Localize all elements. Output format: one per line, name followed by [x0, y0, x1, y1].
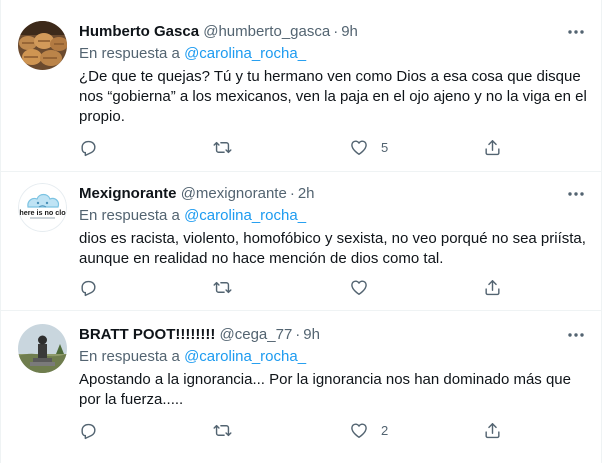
like-count: 2 — [381, 422, 389, 438]
reply-icon — [81, 140, 96, 156]
like-icon — [351, 422, 367, 438]
reply-mention-link[interactable]: @carolina_rocha_ — [184, 207, 306, 224]
reply-prefix: En respuesta a — [79, 348, 180, 365]
tweet-actions — [79, 277, 519, 297]
retweet-icon — [213, 281, 232, 293]
reply-icon — [81, 423, 96, 439]
tweet-time[interactable]: 9h — [341, 23, 358, 40]
display-name[interactable]: Humberto Gasca — [79, 23, 199, 40]
separator: · — [333, 23, 339, 40]
reply-button[interactable] — [79, 137, 110, 157]
tweet-text: dios es racista, violento, homofóbico y … — [79, 229, 586, 269]
separator: · — [295, 326, 301, 343]
display-name[interactable]: BRATT POOT!!!!!!!! — [79, 326, 215, 343]
user-handle[interactable]: @humberto_gasca — [203, 23, 330, 40]
reply-icon — [81, 280, 96, 296]
tweet-header: Humberto Gasca @humberto_gasca · 9h — [79, 22, 551, 42]
reply-context: En respuesta a @carolina_rocha_ — [79, 206, 306, 226]
share-button[interactable] — [483, 277, 502, 297]
more-icon — [568, 192, 584, 196]
retweet-button[interactable] — [212, 420, 245, 440]
like-icon — [351, 139, 367, 155]
reply-prefix: En respuesta a — [79, 207, 180, 224]
avatar[interactable] — [18, 21, 67, 70]
reply-mention-link[interactable]: @carolina_rocha_ — [184, 45, 306, 62]
retweet-button[interactable] — [212, 277, 245, 297]
like-button[interactable]: 2 — [349, 420, 388, 440]
reply-button[interactable] — [79, 420, 110, 440]
tweet-text-line: aunque en realidad no hace mención de di… — [79, 250, 444, 267]
reply-mention-link[interactable]: @carolina_rocha_ — [184, 348, 306, 365]
separator: · — [289, 185, 295, 202]
tweet-text-line: nos “gobierna” a los mexicanos, ven la p… — [79, 88, 587, 105]
like-icon — [351, 279, 367, 295]
share-button[interactable] — [483, 137, 502, 157]
like-button[interactable]: 5 — [349, 137, 388, 157]
user-handle[interactable]: @cega_77 — [220, 326, 293, 343]
tweet-text: Apostando a la ignorancia... Por la igno… — [79, 370, 579, 410]
avatar[interactable] — [18, 324, 67, 373]
more-icon — [568, 333, 584, 337]
display-name[interactable]: Mexignorante — [79, 185, 177, 202]
tweet-text-line: propio. — [79, 108, 125, 125]
more-icon — [568, 30, 584, 34]
tweet-text-line: ¿De que te quejas? Tú y tu hermano ven c… — [79, 68, 581, 85]
tweet-header: BRATT POOT!!!!!!!! @cega_77 · 9h — [79, 325, 551, 345]
tweet-header: Mexignorante @mexignorante · 2h — [79, 184, 551, 204]
like-button[interactable] — [349, 277, 381, 297]
reply-prefix: En respuesta a — [79, 45, 180, 62]
reply-button[interactable] — [79, 277, 110, 297]
user-handle[interactable]: @mexignorante — [181, 185, 287, 202]
tweet-actions: 2 — [79, 420, 519, 440]
more-options-button[interactable] — [565, 184, 587, 204]
more-options-button[interactable] — [565, 325, 587, 345]
retweet-button[interactable] — [212, 137, 245, 157]
retweet-icon — [213, 141, 232, 153]
retweet-icon — [213, 424, 232, 436]
reply-thread: Humberto Gasca @humberto_gasca · 9h En res… — [0, 0, 602, 463]
tweet-time[interactable]: 9h — [303, 326, 320, 343]
avatar-logo-text: here is no clo — [19, 208, 66, 217]
share-icon — [485, 139, 500, 155]
tweet-1[interactable]: Humberto Gasca @humberto_gasca · 9h En res… — [1, 0, 601, 172]
like-count: 5 — [381, 139, 389, 155]
tweet-time[interactable]: 2h — [298, 185, 315, 202]
tweet-text: ¿De que te quejas? Tú y tu hermano ven c… — [79, 67, 587, 127]
share-button[interactable] — [483, 420, 502, 440]
more-options-button[interactable] — [565, 22, 587, 42]
tweet-3[interactable]: BRATT POOT!!!!!!!! @cega_77 · 9h En respue… — [1, 311, 601, 463]
reply-context: En respuesta a @carolina_rocha_ — [79, 44, 306, 64]
tweet-text-line: dios es racista, violento, homofóbico y … — [79, 230, 586, 247]
tweet-2[interactable]: here is no clo Mexignorante @mexignorant… — [1, 172, 601, 311]
reply-context: En respuesta a @carolina_rocha_ — [79, 347, 306, 367]
tweet-text-line: por la fuerza..... — [79, 391, 184, 408]
avatar[interactable]: here is no clo — [18, 183, 67, 232]
tweet-text-line: Apostando a la ignorancia... Por la igno… — [79, 371, 571, 388]
share-icon — [485, 279, 500, 295]
share-icon — [485, 422, 500, 438]
tweet-actions: 5 — [79, 137, 519, 157]
